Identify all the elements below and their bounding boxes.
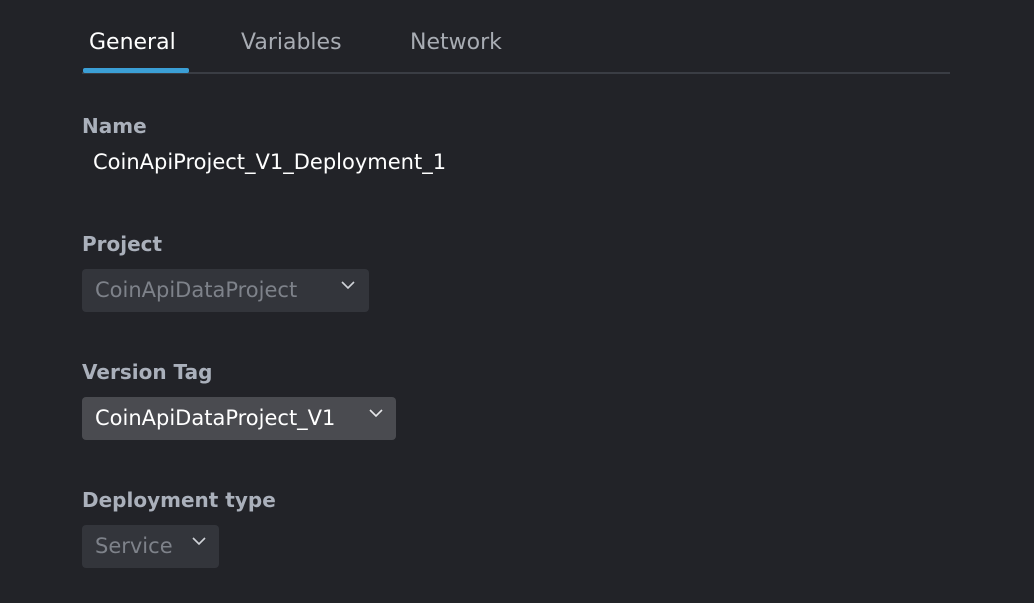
- version-tag-label: Version Tag: [82, 360, 213, 384]
- tab-bar: General Variables Network: [82, 0, 950, 74]
- version-tag-select[interactable]: CoinApiDataProject_V1: [82, 397, 396, 440]
- tab-variables[interactable]: Variables: [241, 28, 342, 58]
- active-tab-indicator: [83, 68, 189, 73]
- deployment-type-select: Service: [82, 525, 219, 568]
- deployment-type-select-value: Service: [95, 534, 173, 558]
- name-value: CoinApiProject_V1_Deployment_1: [93, 150, 447, 174]
- tab-general[interactable]: General: [89, 28, 176, 58]
- deployment-settings-panel: General Variables Network Name CoinApiPr…: [0, 0, 1034, 603]
- version-tag-select-value: CoinApiDataProject_V1: [95, 406, 336, 430]
- project-select: CoinApiDataProject: [82, 269, 369, 312]
- project-label: Project: [82, 232, 163, 256]
- chevron-down-icon: [192, 534, 206, 548]
- chevron-down-icon: [369, 406, 383, 420]
- deployment-type-label: Deployment type: [82, 488, 276, 512]
- chevron-down-icon: [341, 278, 355, 292]
- name-label: Name: [82, 114, 147, 138]
- tab-network[interactable]: Network: [410, 28, 502, 58]
- project-select-value: CoinApiDataProject: [95, 278, 298, 302]
